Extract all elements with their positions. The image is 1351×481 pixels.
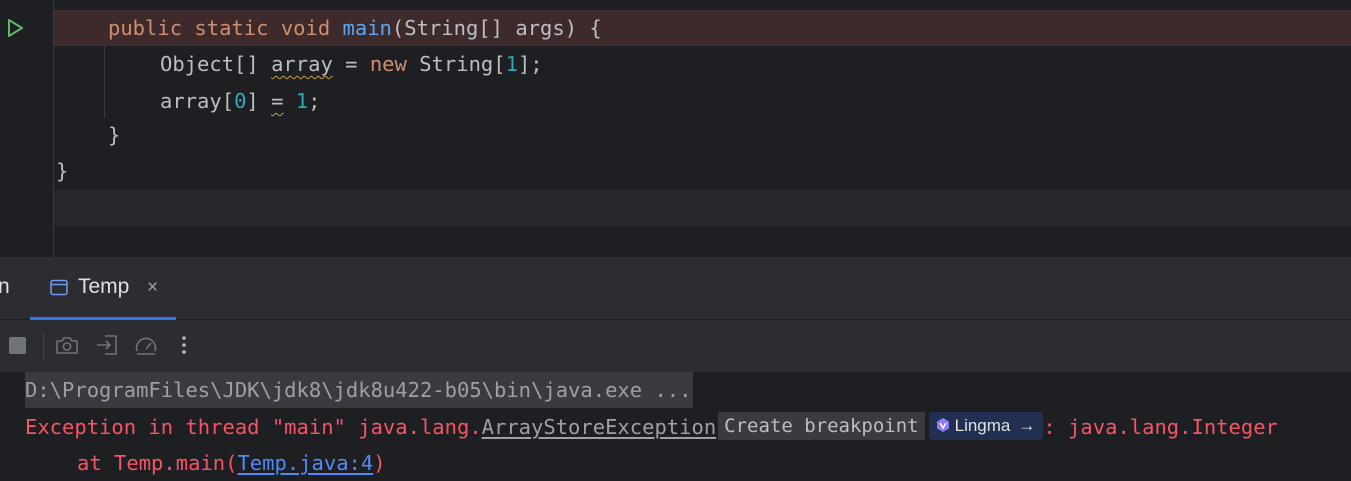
exception-prefix: Exception in thread "main" java.lang. xyxy=(25,415,482,439)
close-icon[interactable]: × xyxy=(147,277,158,299)
code-line-5-text: } xyxy=(56,159,69,183)
exception-suffix: : java.lang.Integer xyxy=(1043,415,1278,439)
code-line-2[interactable]: Object[] array = new String[1]; xyxy=(54,46,1351,82)
code-line-5[interactable]: } xyxy=(54,153,1351,189)
current-caret-line[interactable] xyxy=(54,190,1351,226)
run-icon[interactable] xyxy=(5,17,25,39)
lingma-icon xyxy=(936,417,949,432)
code-line-1-text: public static void main(String[] args) { xyxy=(108,16,602,40)
stack-frame-prefix: at Temp.main( xyxy=(77,451,238,475)
arrow-right-icon: → xyxy=(1018,416,1036,435)
code-line-4-text: } xyxy=(108,123,121,147)
camera-icon[interactable] xyxy=(54,332,80,358)
console-output[interactable]: D:\ProgramFiles\JDK\jdk8\jdk8u422-b05\bi… xyxy=(0,372,1351,479)
code-line-1[interactable]: public static void main(String[] args) { xyxy=(54,10,1351,46)
console-exception-line: Exception in thread "main" java.lang.Arr… xyxy=(25,409,1278,445)
run-tool-window: n Temp × D:\ProgramFiles\JDK\jdk8\jdk8u4… xyxy=(0,257,1351,479)
tool-window-tabbar: n Temp × xyxy=(0,257,1351,320)
code-editor[interactable]: public static void main(String[] args) {… xyxy=(0,0,1351,257)
code-line-3-text: array[0] = 1; xyxy=(160,89,321,113)
code-line-4[interactable]: } xyxy=(54,117,1351,153)
exception-class-link[interactable]: ArrayStoreException xyxy=(482,415,717,439)
import-icon[interactable] xyxy=(94,332,120,358)
console-icon xyxy=(50,279,68,296)
run-toolbar xyxy=(0,320,1351,372)
code-line-2-text: Object[] array = new String[1]; xyxy=(160,52,543,76)
tab-temp[interactable]: Temp × xyxy=(30,257,176,320)
console-command-line[interactable]: D:\ProgramFiles\JDK\jdk8\jdk8u422-b05\bi… xyxy=(25,372,694,408)
create-breakpoint-button[interactable]: Create breakpoint xyxy=(718,412,925,440)
tab-run-fragment[interactable]: n xyxy=(0,275,10,299)
lingma-label: Lingma xyxy=(954,416,1011,435)
editor-gutter xyxy=(0,0,54,257)
stop-icon[interactable] xyxy=(5,332,31,358)
lingma-button[interactable]: Lingma → xyxy=(928,412,1044,440)
source-file-link[interactable]: Temp.java:4 xyxy=(237,451,373,475)
gauge-icon[interactable] xyxy=(133,332,159,358)
stack-frame-suffix: ) xyxy=(373,451,386,475)
console-stack-frame: at Temp.main(Temp.java:4) xyxy=(77,445,386,481)
tab-temp-label: Temp xyxy=(78,275,130,298)
toolbar-separator xyxy=(43,332,44,360)
more-icon[interactable] xyxy=(171,332,197,358)
code-line-3[interactable]: array[0] = 1; xyxy=(54,83,1351,119)
